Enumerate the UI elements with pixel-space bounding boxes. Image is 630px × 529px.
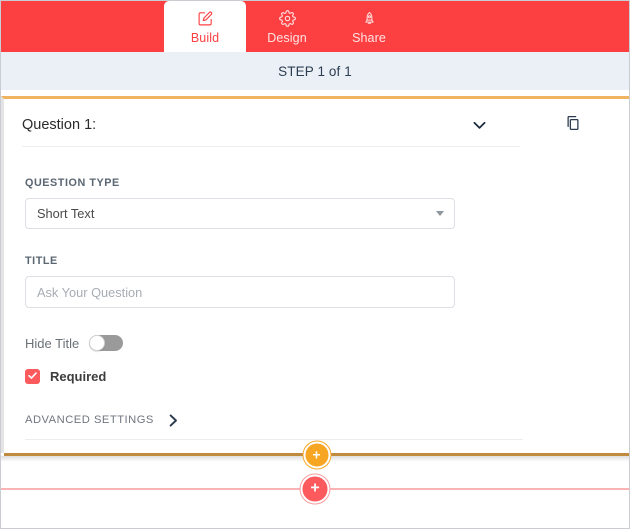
pencil-square-icon <box>197 9 214 29</box>
title-label: TITLE <box>25 255 58 267</box>
required-checkbox[interactable] <box>25 369 40 384</box>
gear-icon <box>278 9 296 29</box>
chevron-right-icon <box>168 413 180 427</box>
toggle-knob <box>89 335 106 351</box>
copy-icon <box>564 114 582 137</box>
plus-icon: + <box>312 446 321 462</box>
chevron-down-icon[interactable] <box>472 118 486 132</box>
question-header-toggle[interactable]: Question 1: <box>22 117 520 147</box>
question-title: Question 1: <box>22 117 97 133</box>
share-rocket-icon <box>362 9 377 29</box>
required-row: Required <box>25 369 629 384</box>
required-label: Required <box>50 369 107 384</box>
step-indicator-label: STEP 1 of 1 <box>278 63 352 79</box>
add-step-divider: + <box>1 474 629 504</box>
step-indicator-bar: STEP 1 of 1 <box>1 52 629 90</box>
tab-build[interactable]: Build <box>164 1 246 52</box>
caret-down-icon <box>436 211 444 216</box>
add-question-button[interactable]: + <box>303 441 330 468</box>
question-body: QUESTION TYPE Short Text TITLE Hide Titl… <box>4 177 629 440</box>
tab-design[interactable]: Design <box>246 1 328 52</box>
question-type-select[interactable]: Short Text <box>25 198 455 229</box>
plus-icon: + <box>310 479 320 496</box>
hide-title-row: Hide Title <box>25 335 629 351</box>
form-builder-window: Build Design Share STEP 1 of 1 Question … <box>0 0 630 529</box>
tab-design-label: Design <box>267 30 307 45</box>
tab-build-label: Build <box>190 30 220 45</box>
add-step-button[interactable]: + <box>300 474 330 504</box>
advanced-settings-row[interactable]: ADVANCED SETTINGS <box>25 413 523 440</box>
advanced-settings-label: ADVANCED SETTINGS <box>25 414 154 426</box>
duplicate-question-button[interactable] <box>562 114 584 136</box>
hide-title-toggle[interactable] <box>89 335 124 351</box>
add-question-divider: + <box>4 441 629 468</box>
hide-title-label: Hide Title <box>25 335 80 351</box>
question-title-input[interactable] <box>25 276 455 308</box>
tab-share[interactable]: Share <box>328 1 410 52</box>
tab-share-label: Share <box>352 30 386 45</box>
question-type-label: QUESTION TYPE <box>25 177 120 189</box>
top-tab-bar: Build Design Share <box>1 1 629 52</box>
question-card: Question 1: QUESTION TYPE Short Text TIT… <box>1 96 629 453</box>
question-header: Question 1: <box>4 99 629 147</box>
question-type-value: Short Text <box>37 206 95 221</box>
check-icon <box>27 368 38 386</box>
